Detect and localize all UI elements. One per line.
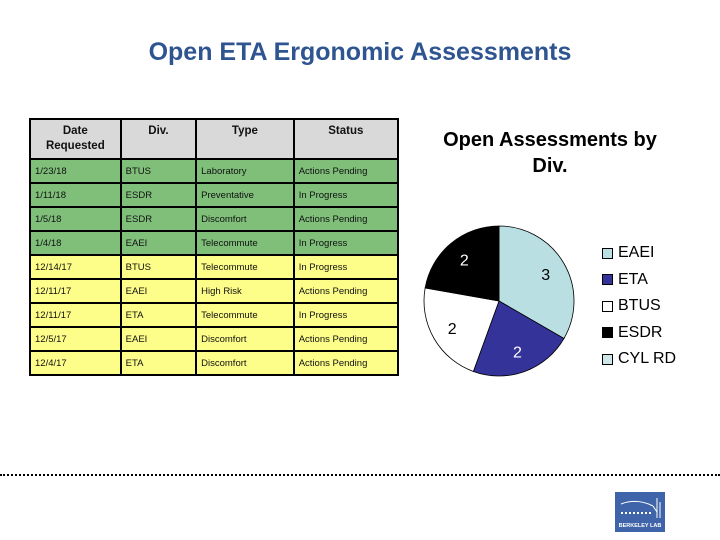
legend-item: ETA (602, 267, 676, 294)
table-row: 12/11/17 ETA Telecommute In Progress (29, 302, 400, 328)
cell-type: Telecommute (195, 254, 295, 280)
berkeley-lab-logo: BERKELEY LAB (615, 492, 665, 532)
cell-status: Actions Pending (292, 350, 400, 376)
table-row: 1/23/18 BTUS Laboratory Actions Pending (29, 158, 400, 184)
cell-div: BTUS (119, 254, 198, 280)
cell-type: Discomfort (195, 326, 295, 352)
cell-type: High Risk (195, 278, 295, 304)
page-title: Open ETA Ergonomic Assessments (148, 38, 572, 66)
pie-slice-esdr (424, 225, 500, 302)
berkeley-lab-logo-icon: BERKELEY LAB (619, 498, 662, 529)
cell-status: Actions Pending (292, 326, 400, 352)
legend-label: EAEI (618, 244, 655, 262)
chart-title-line1: Open Assessments by (443, 129, 657, 151)
cell-date: 12/14/17 (29, 254, 122, 280)
header-div: Div. (119, 118, 198, 160)
cell-type: Telecommute (195, 302, 295, 328)
cell-status: Actions Pending (292, 278, 400, 304)
legend-swatch (602, 300, 613, 312)
cell-date: 1/4/18 (29, 230, 122, 256)
table-row: 12/11/17 EAEI High Risk Actions Pending (29, 278, 400, 304)
cell-div: ESDR (119, 182, 198, 208)
cell-div: ETA (119, 302, 198, 328)
pie-data-label: 2 (460, 253, 469, 270)
cell-status: In Progress (292, 182, 400, 208)
cell-type: Discomfort (195, 350, 295, 376)
chart-legend: EAEI ETA BTUS ESDR CYL RD (602, 240, 676, 373)
pie-slice-btus (423, 287, 500, 372)
cell-date: 1/11/18 (29, 182, 122, 208)
chart-title: Open Assessments by Div. (415, 127, 685, 179)
pie-data-label: 2 (448, 321, 457, 338)
header-date-line2: Requested (45, 140, 105, 152)
table-row: 1/4/18 EAEI Telecommute In Progress (29, 230, 400, 256)
cell-div: EAEI (119, 230, 198, 256)
cell-status: Actions Pending (292, 206, 400, 232)
pie-data-label: 3 (541, 267, 550, 284)
legend-label: ETA (618, 270, 648, 288)
assessments-table: Date Requested Div. Type Status 1/23/18 B… (29, 118, 400, 376)
legend-item: BTUS (602, 293, 676, 320)
cell-status: In Progress (292, 302, 400, 328)
cell-div: EAEI (119, 326, 198, 352)
table-row: 12/5/17 EAEI Discomfort Actions Pending (29, 326, 400, 352)
legend-item: ESDR (602, 320, 676, 347)
cell-type: Laboratory (195, 158, 295, 184)
cell-status: Actions Pending (292, 158, 400, 184)
legend-swatch (602, 327, 613, 339)
legend-label: ESDR (618, 323, 663, 341)
cell-type: Preventative (195, 182, 295, 208)
legend-label: BTUS (618, 297, 661, 315)
chart-title-line2: Div. (532, 155, 568, 177)
legend-item: EAEI (602, 240, 676, 267)
cell-date: 12/4/17 (29, 350, 122, 376)
cell-status: In Progress (292, 230, 400, 256)
cell-date: 1/23/18 (29, 158, 122, 184)
cell-type: Discomfort (195, 206, 295, 232)
legend-item: CYL RD (602, 346, 676, 373)
cell-date: 12/11/17 (29, 302, 122, 328)
header-status: Status (292, 118, 400, 160)
table-header-row: Date Requested Div. Type Status (29, 118, 400, 160)
cell-date: 12/11/17 (29, 278, 122, 304)
table-row: 12/14/17 BTUS Telecommute In Progress (29, 254, 400, 280)
cell-div: ETA (119, 350, 198, 376)
cell-date: 12/5/17 (29, 326, 122, 352)
cell-type: Telecommute (195, 230, 295, 256)
legend-swatch (602, 247, 613, 259)
cell-div: ESDR (119, 206, 198, 232)
pie-slice-eta (472, 300, 565, 377)
cell-div: BTUS (119, 158, 198, 184)
cell-status: In Progress (292, 254, 400, 280)
header-date-line1: Date (62, 125, 88, 137)
legend-label: CYL RD (618, 350, 677, 368)
legend-swatch (602, 274, 613, 286)
pie-data-label: 2 (513, 345, 522, 362)
table-row: 12/4/17 ETA Discomfort Actions Pending (29, 350, 400, 376)
cell-date: 1/5/18 (29, 206, 122, 232)
header-type: Type (195, 118, 295, 160)
logo-text: BERKELEY LAB (619, 523, 662, 529)
table-row: 1/11/18 ESDR Preventative In Progress (29, 182, 400, 208)
pie-slice-eaei (498, 225, 575, 340)
cell-div: EAEI (119, 278, 198, 304)
header-date-requested: Date Requested (29, 118, 122, 160)
table-row: 1/5/18 ESDR Discomfort Actions Pending (29, 206, 400, 232)
legend-swatch (602, 353, 613, 365)
footer-divider (0, 474, 720, 476)
